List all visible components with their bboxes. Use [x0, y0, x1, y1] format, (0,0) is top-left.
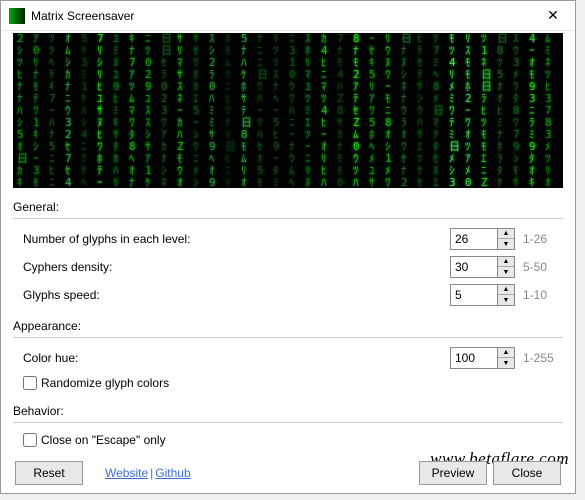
density-row: Cyphers density: ▲▼ 5-50 [13, 253, 563, 281]
hue-row: Color hue: ▲▼ 1-255 [13, 344, 563, 372]
spin-buttons[interactable]: ▲▼ [498, 347, 515, 369]
escape-row: Close on "Escape" only [13, 429, 563, 451]
glyphs-label: Number of glyphs in each level: [23, 232, 450, 246]
hue-label: Color hue: [23, 351, 450, 365]
randomize-checkbox[interactable] [23, 376, 37, 390]
chevron-up-icon[interactable]: ▲ [498, 229, 514, 239]
close-icon[interactable]: ✕ [531, 1, 575, 31]
divider [13, 218, 563, 219]
hue-input[interactable] [450, 347, 498, 369]
glyphs-hint: 1-26 [523, 232, 563, 246]
window-title: Matrix Screensaver [31, 9, 531, 23]
density-hint: 5-50 [523, 260, 563, 274]
speed-spinner[interactable]: ▲▼ [450, 284, 515, 306]
speed-input[interactable] [450, 284, 498, 306]
randomize-row: Randomize glyph colors [13, 372, 563, 394]
matrix-preview: 2 ｼ ﾂ ﾋ ﾅ ﾅ ﾊ ｼ 5 ｵ 日 ｶ ｷ ｱ 0 ﾘ ﾅ ﾓ ﾃ ﾜ … [13, 33, 563, 188]
hue-spinner[interactable]: ▲▼ [450, 347, 515, 369]
app-icon [9, 8, 25, 24]
reset-button[interactable]: Reset [15, 461, 83, 485]
website-link[interactable]: Website [105, 466, 148, 480]
chevron-down-icon[interactable]: ▼ [498, 295, 514, 305]
escape-checkbox[interactable] [23, 433, 37, 447]
randomize-label: Randomize glyph colors [41, 376, 169, 390]
chevron-down-icon[interactable]: ▼ [498, 239, 514, 249]
glyphs-input[interactable] [450, 228, 498, 250]
density-label: Cyphers density: [23, 260, 450, 274]
density-spinner[interactable]: ▲▼ [450, 256, 515, 278]
content-area: 2 ｼ ﾂ ﾋ ﾅ ﾅ ﾊ ｼ 5 ｵ 日 ｶ ｷ ｱ 0 ﾘ ﾅ ﾓ ﾃ ﾜ … [1, 33, 575, 451]
chevron-down-icon[interactable]: ▼ [498, 267, 514, 277]
close-button[interactable]: Close [493, 461, 561, 485]
spin-buttons[interactable]: ▲▼ [498, 256, 515, 278]
chevron-up-icon[interactable]: ▲ [498, 285, 514, 295]
chevron-up-icon[interactable]: ▲ [498, 348, 514, 358]
escape-label: Close on "Escape" only [41, 433, 166, 447]
density-input[interactable] [450, 256, 498, 278]
buttonbar: Reset Website|Github Preview Close [1, 461, 575, 485]
appearance-label: Appearance: [13, 315, 563, 335]
general-label: General: [13, 196, 563, 216]
preview-button[interactable]: Preview [419, 461, 487, 485]
glyphs-spinner[interactable]: ▲▼ [450, 228, 515, 250]
divider [13, 422, 563, 423]
chevron-down-icon[interactable]: ▼ [498, 358, 514, 368]
behavior-label: Behavior: [13, 400, 563, 420]
github-link[interactable]: Github [155, 466, 190, 480]
titlebar: Matrix Screensaver ✕ [1, 1, 575, 31]
spin-buttons[interactable]: ▲▼ [498, 228, 515, 250]
speed-label: Glyphs speed: [23, 288, 450, 302]
links: Website|Github [105, 466, 191, 480]
glyphs-row: Number of glyphs in each level: ▲▼ 1-26 [13, 225, 563, 253]
divider [13, 337, 563, 338]
hue-hint: 1-255 [523, 351, 563, 365]
chevron-up-icon[interactable]: ▲ [498, 257, 514, 267]
spin-buttons[interactable]: ▲▼ [498, 284, 515, 306]
dialog-window: Matrix Screensaver ✕ 2 ｼ ﾂ ﾋ ﾅ ﾅ ﾊ ｼ 5 ｵ… [0, 0, 576, 494]
speed-hint: 1-10 [523, 288, 563, 302]
speed-row: Glyphs speed: ▲▼ 1-10 [13, 281, 563, 309]
